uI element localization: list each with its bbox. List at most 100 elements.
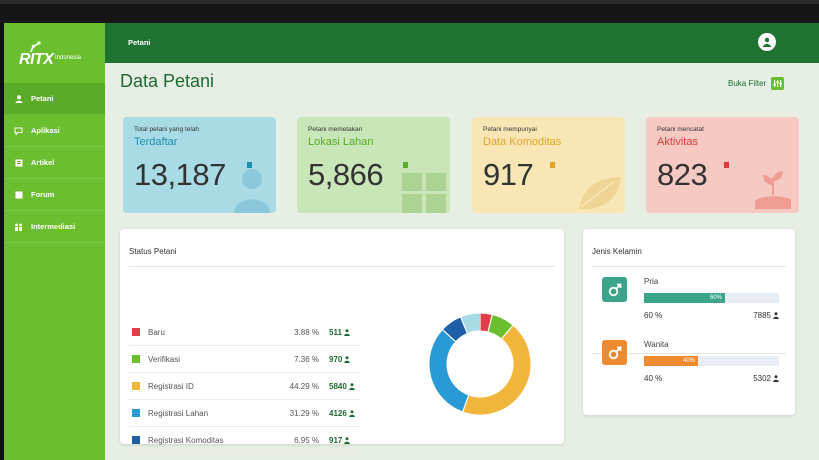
person-icon: [773, 375, 779, 382]
status-count-wrap: 970: [329, 355, 351, 364]
chat-icon: [14, 126, 23, 135]
sidebar-item-label: Petani: [31, 94, 54, 103]
leaf-icon: [579, 177, 621, 210]
stat-card-aktivitas[interactable]: Petani mencatat Aktivitas 823: [646, 117, 799, 213]
gender-progress-bar: 60%: [644, 293, 779, 303]
divider: [592, 266, 786, 267]
gender-percent: 60 %: [644, 311, 663, 320]
logo[interactable]: RITX Indonesia: [18, 41, 98, 71]
sidebar: RITX Indonesia Petani Aplikasi Artikel F…: [4, 23, 105, 460]
person-icon: [344, 356, 351, 363]
open-filter-button[interactable]: Buka Filter: [728, 75, 785, 91]
stat-card-terdaftar[interactable]: Total petani yang telah Terdaftar 13,187: [123, 117, 276, 213]
status-row-verifikasi[interactable]: Verifikasi 7.36 % 970: [129, 346, 361, 373]
divider: [129, 266, 555, 267]
forum-icon: [14, 190, 23, 199]
gender-count: 7885: [753, 311, 771, 320]
browser-top-strip: [0, 0, 819, 23]
donut-slice-registrasi-lahan[interactable]: [429, 329, 470, 412]
card-value: 5,866: [308, 157, 384, 192]
status-row-registrasi-id[interactable]: Registrasi ID 44.29 % 5840: [129, 373, 361, 400]
status-name: Registrasi ID: [148, 382, 194, 391]
gender-count-wrap: 5302: [722, 374, 779, 383]
brand-name: RITX: [19, 51, 54, 68]
status-row-registrasi-lahan[interactable]: Registrasi Lahan 31.29 % 4126: [129, 400, 361, 427]
gender-progress-fill: 60%: [644, 293, 725, 303]
sidebar-item-aplikasi[interactable]: Aplikasi: [4, 115, 105, 147]
sidebar-item-forum[interactable]: Forum: [4, 179, 105, 211]
card-headline: Aktivitas: [657, 136, 698, 148]
status-name: Registrasi Komoditas: [148, 436, 224, 445]
user-icon: [14, 94, 23, 103]
status-name: Registrasi Lahan: [148, 409, 209, 418]
header-title: Petani: [128, 38, 151, 47]
gender-row-pria[interactable]: Pria 60% 60 % 7885: [592, 271, 786, 328]
gender-progress-bar: 40%: [644, 356, 779, 366]
sidebar-item-intermediasi[interactable]: Intermediasi: [4, 211, 105, 243]
male-icon: [608, 283, 621, 296]
stat-card-lokasi-lahan[interactable]: Petani memetakan Lokasi Lahan 5,866: [297, 117, 450, 213]
person-icon: [344, 329, 350, 336]
status-count-wrap: 5840: [329, 382, 355, 391]
filter-icon: [771, 76, 785, 90]
donut-slice-baru[interactable]: [479, 313, 493, 332]
legend-swatch: [132, 382, 140, 390]
card-caption: Petani mencatat: [657, 126, 704, 133]
flag-icon: [550, 162, 555, 168]
gender-row-wanita[interactable]: Wanita 40% 40 % 5302: [592, 334, 786, 391]
donut-slice-registrasi-id[interactable]: [462, 325, 531, 415]
status-row-baru[interactable]: Baru 3.88 % 511: [129, 319, 361, 346]
card-headline: Data Komoditas: [483, 136, 562, 148]
legend-swatch: [132, 436, 140, 444]
people-icon: [14, 222, 23, 231]
status-count: 917: [329, 436, 343, 445]
flag-icon: [724, 162, 729, 168]
person-icon: [773, 312, 779, 319]
gender-count-wrap: 7885: [722, 311, 779, 320]
status-percent: 6.95 %: [294, 436, 319, 445]
card-value: 917: [483, 157, 534, 192]
sidebar-item-label: Forum: [31, 190, 55, 199]
top-header: Petani: [105, 23, 819, 63]
gender-icon-bg: [602, 340, 627, 365]
gender-name: Pria: [644, 277, 659, 286]
stat-card-data-komoditas[interactable]: Petani mempunyai Data Komoditas 917: [472, 117, 625, 213]
person-icon: [344, 437, 351, 444]
panel-title: Status Petani: [129, 247, 177, 256]
card-value: 13,187: [134, 157, 226, 192]
card-caption: Total petani yang telah: [134, 126, 200, 133]
donut-slice-remainder[interactable]: [460, 313, 481, 334]
sidebar-nav: Petani Aplikasi Artikel Forum Intermedia…: [4, 83, 105, 243]
card-caption: Petani memetakan: [308, 126, 363, 133]
status-percent: 31.29 %: [289, 409, 319, 418]
sidebar-item-petani[interactable]: Petani: [4, 83, 105, 115]
user-avatar-button[interactable]: [758, 33, 776, 51]
card-caption: Petani mempunyai: [483, 126, 537, 133]
card-value: 823: [657, 157, 708, 192]
sidebar-item-label: Aplikasi: [31, 126, 60, 135]
person-icon: [348, 383, 355, 390]
panel-title: Jenis Kelamin: [592, 247, 642, 256]
status-count: 970: [329, 355, 343, 364]
article-icon: [14, 158, 23, 167]
land-plot-icon: [402, 173, 446, 213]
status-count: 511: [329, 328, 342, 337]
donut-slice-verifikasi[interactable]: [487, 314, 513, 339]
status-count-wrap: 917: [329, 436, 351, 445]
status-row-registrasi-komoditas[interactable]: Registrasi Komoditas 6.95 % 917: [129, 427, 361, 454]
donut-slice-registrasi-komoditas[interactable]: [442, 317, 468, 342]
status-count-wrap: 511: [329, 328, 350, 337]
legend-swatch: [132, 328, 140, 336]
card-headline: Terdaftar: [134, 136, 178, 148]
status-percent: 3.88 %: [294, 328, 319, 337]
status-percent: 44.29 %: [289, 382, 319, 391]
status-donut-chart[interactable]: [420, 304, 540, 424]
sidebar-item-artikel[interactable]: Artikel: [4, 147, 105, 179]
gender-name: Wanita: [644, 340, 669, 349]
sidebar-item-label: Intermediasi: [31, 222, 76, 231]
status-count: 4126: [329, 409, 347, 418]
sidebar-item-label: Artikel: [31, 158, 55, 167]
male-icon: [608, 346, 621, 359]
gender-progress-fill: 40%: [644, 356, 698, 366]
gender-count: 5302: [753, 374, 771, 383]
